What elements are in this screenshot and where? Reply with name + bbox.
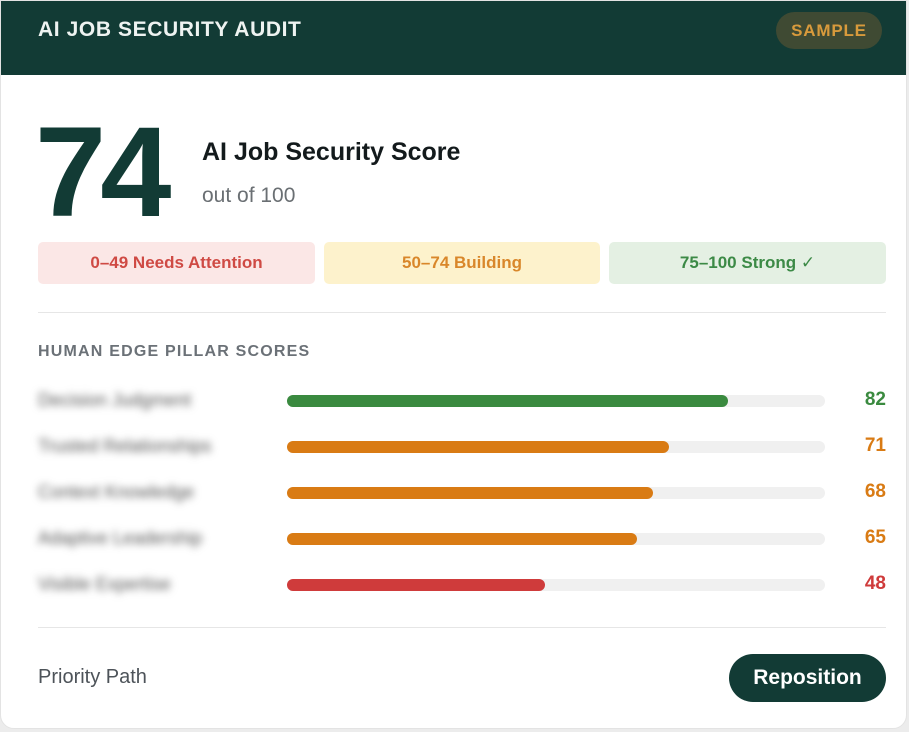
pillar-name: Visible Expertise [38,574,171,594]
pillar-row-trusted-relationships: Trusted Relationships 71 [38,432,886,462]
pillar-row-adaptive-leadership: Adaptive Leadership 65 [38,524,886,554]
score-title: AI Job Security Score [202,138,461,166]
pillar-score: 48 [864,573,886,594]
pillar-fill [287,579,546,591]
pillar-score: 65 [864,527,886,548]
range-building: 50–74 Building [324,242,600,284]
pillar-track [287,395,825,407]
pillar-name: Decision Judgment [38,390,192,410]
pillar-row-context-knowledge: Context Knowledge 68 [38,478,886,508]
pillar-row-visible-expertise: Visible Expertise 48 [38,570,886,600]
pillar-score: 71 [864,435,886,456]
pillar-row-decision-judgment: Decision Judgment 82 [38,386,886,416]
pillar-fill [287,487,653,499]
pillar-fill [287,441,669,453]
pillar-name: Context Knowledge [38,482,195,502]
header-title: AI JOB SECURITY AUDIT [38,18,302,41]
reposition-button[interactable]: Reposition [729,654,886,702]
audit-card: AI JOB SECURITY AUDIT SAMPLE 74 AI Job S… [0,0,907,729]
score-subtitle: out of 100 [202,184,296,207]
pillar-section-title: HUMAN EDGE PILLAR SCORES [38,343,311,360]
card-header: AI JOB SECURITY AUDIT SAMPLE [1,1,906,75]
pillar-score: 68 [864,481,886,502]
pillar-name: Adaptive Leadership [38,528,203,548]
pillar-track [287,487,825,499]
pillar-track [287,579,825,591]
pillar-name: Trusted Relationships [38,436,212,456]
pillar-score: 82 [864,389,886,410]
divider [38,627,886,628]
pillar-track [287,441,825,453]
score-value: 74 [35,101,171,244]
divider [38,312,886,313]
pillar-fill [287,533,637,545]
pillar-track [287,533,825,545]
range-strong: 75–100 Strong ✓ [609,242,886,284]
priority-path-label: Priority Path [38,666,147,688]
sample-badge: SAMPLE [776,12,882,49]
pillar-fill [287,395,729,407]
range-needs-attention: 0–49 Needs Attention [38,242,315,284]
